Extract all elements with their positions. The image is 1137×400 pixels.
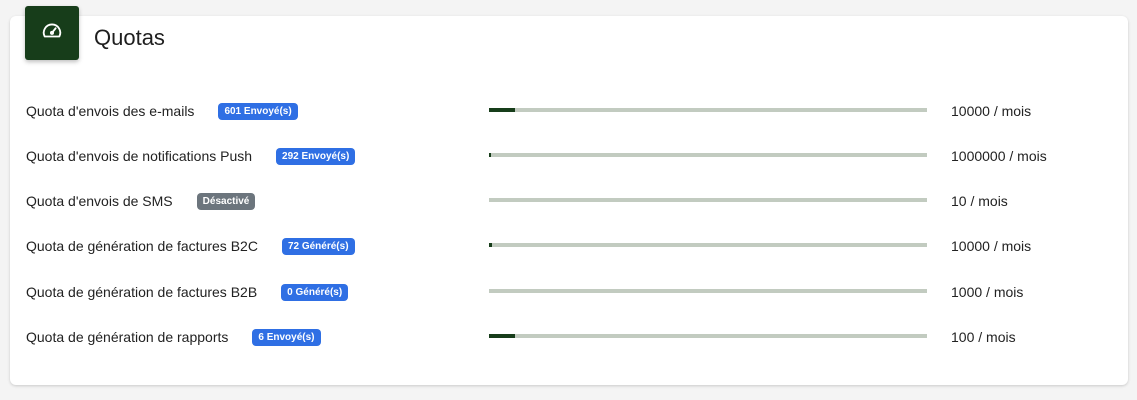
- quota-progress-fill: [489, 334, 516, 338]
- quota-limit: 100 / mois: [951, 329, 1016, 345]
- quota-progress-bar: [489, 289, 927, 293]
- quota-progress-bar: [489, 198, 927, 202]
- quota-progress-bar: [489, 334, 927, 338]
- quota-progress-bar: [489, 153, 927, 157]
- quota-limit: 10000 / mois: [951, 238, 1032, 254]
- quota-row-invoices-b2b: Quota de génération de factures B2B 0 Gé…: [0, 281, 1137, 305]
- quota-progress-fill: [489, 153, 491, 157]
- quota-row-invoices-b2c: Quota de génération de factures B2C 72 G…: [0, 235, 1137, 259]
- quota-progress-fill: [489, 108, 516, 112]
- quota-limit: 1000000 / mois: [951, 148, 1047, 164]
- quota-status-badge: 0 Généré(s): [281, 283, 349, 301]
- quota-limit: 10000 / mois: [951, 103, 1032, 119]
- quota-progress-bar: [489, 243, 927, 247]
- quota-row-sms: Quota d'envois de SMS Désactivé 10 / moi…: [0, 190, 1137, 214]
- quota-status-badge: 6 Envoyé(s): [252, 328, 321, 346]
- quota-label: Quota de génération de factures B2C: [26, 238, 258, 254]
- quota-status-badge: 601 Envoyé(s): [218, 102, 298, 120]
- quota-label: Quota d'envois des e-mails: [26, 103, 195, 119]
- quota-progress-bar: [489, 108, 927, 112]
- quota-label: Quota d'envois de SMS: [26, 193, 173, 209]
- quota-row-push: Quota d'envois de notifications Push 292…: [0, 145, 1137, 169]
- quotas-title: Quotas: [94, 25, 165, 50]
- speedometer-icon: [41, 20, 63, 47]
- quota-label: Quota d'envois de notifications Push: [26, 148, 253, 164]
- quota-label: Quota de génération de factures B2B: [26, 284, 258, 300]
- quota-label: Quota de génération de rapports: [26, 329, 229, 345]
- quota-limit: 10 / mois: [951, 193, 1008, 209]
- quota-row-emails: Quota d'envois des e-mails 601 Envoyé(s)…: [0, 100, 1137, 124]
- quota-status-badge: 292 Envoyé(s): [276, 147, 356, 165]
- quota-status-badge: Désactivé: [196, 192, 256, 210]
- quotas-header-icon-box: [25, 6, 79, 60]
- quota-limit: 1000 / mois: [951, 284, 1024, 300]
- quota-row-reports: Quota de génération de rapports 6 Envoyé…: [0, 326, 1137, 350]
- quota-status-badge: 72 Généré(s): [281, 237, 355, 255]
- quota-progress-fill: [489, 243, 493, 247]
